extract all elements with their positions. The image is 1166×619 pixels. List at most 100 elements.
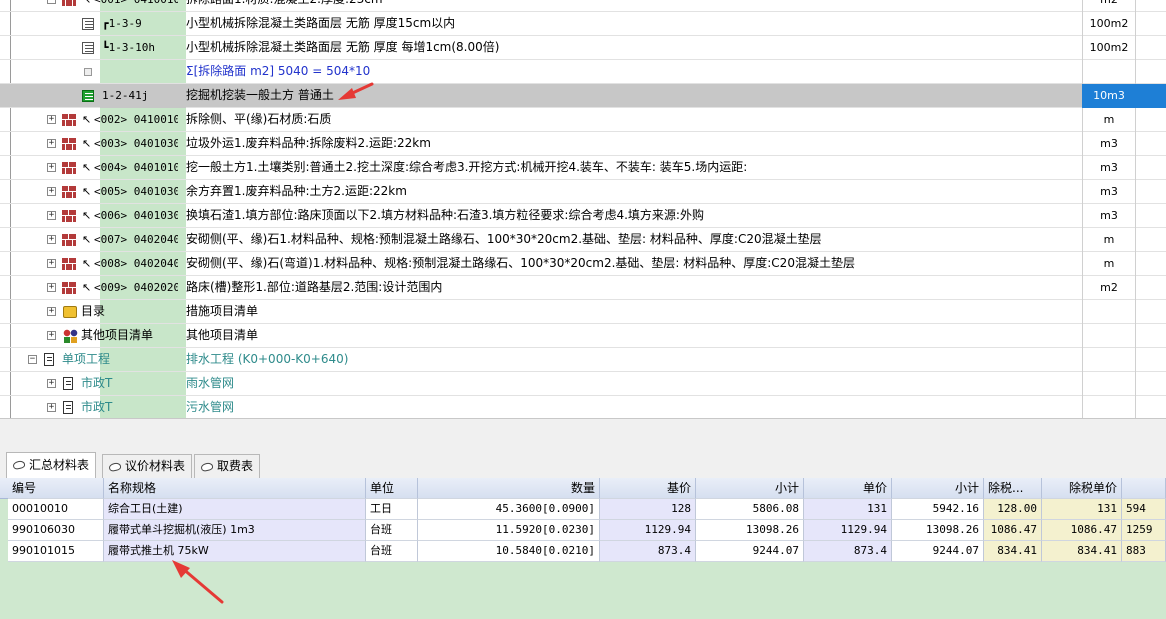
row-code: ┏1-3-9 <box>102 17 142 30</box>
collapse-toggle[interactable]: − <box>47 0 56 4</box>
tree-row-bill-006[interactable]: + ↖ <006> 0401030010 换填石渣1.填方部位:路床顶面以下2.… <box>0 204 1166 228</box>
bill-item-icon <box>62 186 76 198</box>
row-unit: m2 <box>1082 276 1135 300</box>
tree-row-other-items[interactable]: + 其他项目清单 其他项目清单 <box>0 324 1166 348</box>
row-code: <004> 0401010010 <box>94 161 178 174</box>
expand-toggle[interactable]: + <box>47 235 56 244</box>
panel-splitter[interactable] <box>0 418 1166 452</box>
boq-tree-grid[interactable]: − ↖ <001> 0410010010 拆除路面1.材质:混凝土2.厚度:23… <box>0 0 1166 418</box>
col-header-subtotal-2[interactable]: 小计 <box>892 478 984 499</box>
row-unit[interactable]: 10m3 <box>1082 84 1135 108</box>
row-name: 挖一般土方1.土壤类别:普通土2.挖土深度:综合考虑3.开挖方式:机械开挖4.装… <box>186 160 748 174</box>
row-name: 拆除侧、平(缘)石材质:石质 <box>186 112 332 126</box>
col-header-unit[interactable]: 单位 <box>366 478 418 499</box>
row-code: 1-2-41j <box>100 84 186 108</box>
col-header-unit-price[interactable]: 单价 <box>804 478 892 499</box>
table-row[interactable]: 00010010 综合工日(土建) 工日 45.3600[0.0900] 128… <box>0 499 1166 520</box>
tab-negotiated-materials[interactable]: 议价材料表 <box>102 454 193 478</box>
col-header-name[interactable]: 名称规格 <box>104 478 366 499</box>
tree-row-bill-003[interactable]: + ↖ <003> 0401030020 垃圾外运1.废弃料品种:拆除废料2.运… <box>0 132 1166 156</box>
tree-row-bill-009[interactable]: + ↖ <009> 0402020010 路床(槽)整形1.部位:道路基层2.范… <box>0 276 1166 300</box>
row-extra <box>1135 372 1166 396</box>
row-code: <009> 0402020010 <box>94 281 178 294</box>
row-unit: m3 <box>1082 180 1135 204</box>
expand-toggle[interactable]: + <box>47 283 56 292</box>
cell-subtotal-2: 5942.16 <box>892 499 984 520</box>
tree-row-rain-network[interactable]: + 市政T 雨水管网 <box>0 372 1166 396</box>
quota-icon <box>82 42 94 54</box>
row-extra <box>1135 36 1166 60</box>
document-icon <box>63 401 73 414</box>
expand-toggle[interactable]: + <box>47 259 56 268</box>
tree-row-bill-008[interactable]: + ↖ <008> 0402040040 安砌侧(平、缘)石(弯道)1.材料品种… <box>0 252 1166 276</box>
row-code: <001> 0410010010 <box>92 0 178 12</box>
row-extra <box>1135 348 1166 372</box>
quota-icon <box>82 90 94 102</box>
row-extra <box>1135 156 1166 180</box>
cell-tax-excl: 1086.47 <box>984 520 1042 541</box>
row-extra <box>1135 132 1166 156</box>
expand-toggle[interactable]: + <box>47 211 56 220</box>
row-extra <box>1135 252 1166 276</box>
expand-toggle[interactable]: + <box>47 187 56 196</box>
tree-row-quota-1-3-9[interactable]: ┏1-3-9 小型机械拆除混凝土类路面层 无筋 厚度15cm以内 100m2 <box>0 12 1166 36</box>
tab-fee-table[interactable]: 取费表 <box>194 454 261 478</box>
tree-row-quota-1-3-10h[interactable]: ┗1-3-10h 小型机械拆除混凝土类路面层 无筋 厚度 每增1cm(8.00倍… <box>0 36 1166 60</box>
expand-toggle[interactable]: + <box>47 331 56 340</box>
expand-toggle[interactable]: + <box>47 115 56 124</box>
row-extra <box>1135 228 1166 252</box>
tree-row-bill-002[interactable]: + ↖ <002> 0410010050 拆除侧、平(缘)石材质:石质 m <box>0 108 1166 132</box>
cell-subtotal: 9244.07 <box>696 541 804 562</box>
tree-row-bill-005[interactable]: + ↖ <005> 0401030020 余方弃置1.废弃料品种:土方2.运距:… <box>0 180 1166 204</box>
row-name: 其他项目清单 <box>186 328 259 342</box>
cell-name: 履带式单斗挖掘机(液压) 1m3 <box>104 520 366 541</box>
expand-toggle[interactable]: + <box>47 403 56 412</box>
col-header-tax-excl-unit-price[interactable]: 除税单价 <box>1042 478 1122 499</box>
expand-toggle[interactable]: + <box>47 139 56 148</box>
row-name: 排水工程 (K0+000-K0+640) <box>186 352 349 366</box>
formula-icon <box>84 68 92 76</box>
table-row[interactable]: 990106030 履带式单斗挖掘机(液压) 1m3 台班 11.5920[0.… <box>0 520 1166 541</box>
cell-code: 990101015 <box>8 541 104 562</box>
row-unit: m2 <box>1082 0 1135 12</box>
col-header-subtotal[interactable]: 小计 <box>696 478 804 499</box>
row-name: 安砌侧(平、缘)石(弯道)1.材料品种、规格:预制混凝土路缘石、100*30*2… <box>186 256 855 270</box>
col-header-overflow[interactable] <box>1122 478 1166 499</box>
cursor-icon: ↖ <box>82 233 92 246</box>
row-name: 污水管网 <box>186 400 235 414</box>
tab-summary-materials[interactable]: 汇总材料表 <box>6 452 97 478</box>
cell-unit: 台班 <box>366 520 418 541</box>
row-name: 小型机械拆除混凝土类路面层 无筋 厚度 每增1cm(8.00倍) <box>186 40 500 54</box>
tree-row-bill-007[interactable]: + ↖ <007> 0402040040 安砌侧(平、缘)石1.材料品种、规格:… <box>0 228 1166 252</box>
expand-toggle[interactable]: + <box>47 307 56 316</box>
cursor-icon: ↖ <box>82 0 91 12</box>
table-row[interactable]: 990101015 履带式推土机 75kW 台班 10.5840[0.0210]… <box>0 541 1166 562</box>
expand-toggle[interactable]: + <box>47 379 56 388</box>
tree-row-formula[interactable]: Σ[拆除路面 m2] 5040 = 504*10 <box>0 60 1166 84</box>
col-header-quantity[interactable]: 数量 <box>418 478 600 499</box>
col-header-code[interactable]: 编号 <box>8 478 104 499</box>
collapse-toggle[interactable]: − <box>28 355 37 364</box>
tree-row-single-project[interactable]: − 单项工程 排水工程 (K0+000-K0+640) <box>0 348 1166 372</box>
tree-row-bill-004[interactable]: + ↖ <004> 0401010010 挖一般土方1.土壤类别:普通土2.挖土… <box>0 156 1166 180</box>
row-extra <box>1135 204 1166 228</box>
row-code: <002> 0410010050 <box>94 113 178 126</box>
tree-row-bill-001[interactable]: − ↖ <001> 0410010010 拆除路面1.材质:混凝土2.厚度:23… <box>0 0 1166 12</box>
material-summary-table[interactable]: 编号 名称规格 单位 数量 基价 小计 单价 小计 除税... 除税单价 000… <box>0 478 1166 619</box>
expand-toggle[interactable]: + <box>47 163 56 172</box>
tree-row-sewage-network[interactable]: + 市政T 污水管网 <box>0 396 1166 418</box>
bill-item-icon <box>62 210 76 222</box>
row-name: 垃圾外运1.废弃料品种:拆除废料2.运距:22km <box>186 136 431 150</box>
cell-subtotal: 5806.08 <box>696 499 804 520</box>
row-extra <box>1135 324 1166 348</box>
cell-tax-excl-unit-price: 1086.47 <box>1042 520 1122 541</box>
row-extra <box>1135 60 1166 84</box>
row-unit: m3 <box>1082 156 1135 180</box>
tree-row-catalog[interactable]: + 目录 措施项目清单 <box>0 300 1166 324</box>
tree-row-quota-1-2-41j-selected[interactable]: 1-2-41j 挖掘机挖装一般土方 普通土 10m3 <box>0 84 1166 108</box>
col-header-tax-excl[interactable]: 除税... <box>984 478 1042 499</box>
row-name: 换填石渣1.填方部位:路床顶面以下2.填方材料品种:石渣3.填方粒径要求:综合考… <box>186 208 704 222</box>
cursor-icon: ↖ <box>82 185 92 198</box>
col-header-base-price[interactable]: 基价 <box>600 478 696 499</box>
cell-unit: 台班 <box>366 541 418 562</box>
